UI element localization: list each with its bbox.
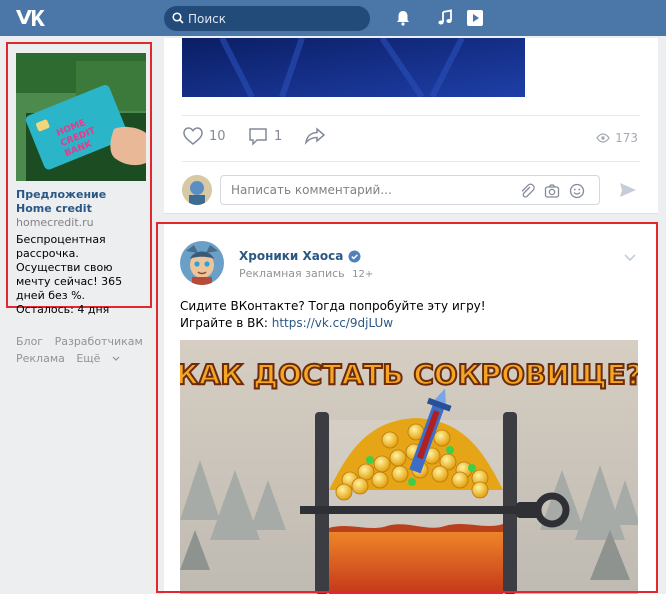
send-icon[interactable] bbox=[618, 180, 638, 200]
search-box[interactable] bbox=[164, 6, 370, 31]
sidebar-ad[interactable]: HOME CREDIT BANK Предложение Home credit… bbox=[6, 42, 152, 316]
share-icon bbox=[304, 127, 326, 146]
share-button[interactable] bbox=[304, 126, 326, 146]
footer-link-more[interactable]: Ещё bbox=[76, 352, 120, 365]
game-ad-image[interactable]: КАК ДОСТАТЬ СОКРОВИЩЕ? bbox=[180, 340, 638, 594]
post-text: Сидите ВКонтакте? Тогда попробуйте эту и… bbox=[180, 298, 640, 332]
post-previous: 10 1 173 bbox=[164, 38, 658, 214]
eye-icon bbox=[596, 133, 610, 143]
post-author[interactable]: Хроники Хаоса bbox=[239, 249, 361, 263]
age-rating: 12+ bbox=[352, 269, 374, 280]
divider bbox=[182, 161, 640, 162]
sponsored-label: Рекламная запись bbox=[239, 267, 345, 280]
sponsored-post: Хроники Хаоса Рекламная запись 12+ Сидит… bbox=[164, 224, 658, 594]
ad-text: Беспроцентная рассрочка. Осуществи свою … bbox=[16, 233, 123, 316]
bell-icon[interactable] bbox=[394, 9, 412, 27]
comment-button[interactable]: 1 bbox=[248, 126, 282, 146]
comments-count: 1 bbox=[274, 128, 283, 144]
ad-title[interactable]: Предложение Home credit bbox=[16, 188, 144, 216]
post-subtitle: Рекламная запись 12+ bbox=[239, 267, 373, 280]
ad-image[interactable]: HOME CREDIT BANK bbox=[16, 53, 146, 181]
game-ad-caption: КАК ДОСТАТЬ СОКРОВИЩЕ? bbox=[180, 358, 638, 391]
video-icon[interactable] bbox=[466, 9, 484, 27]
views-counter: 173 bbox=[596, 131, 638, 145]
post-link[interactable]: https://vk.cc/9djLUw bbox=[272, 316, 393, 330]
footer-links: Блог Разработчикам Реклама Ещё bbox=[16, 333, 156, 367]
comment-field[interactable] bbox=[220, 175, 600, 205]
top-bar bbox=[0, 0, 666, 36]
footer-link-blog[interactable]: Блог bbox=[16, 335, 43, 348]
footer-link-ads[interactable]: Реклама bbox=[16, 352, 65, 365]
chevron-down-icon bbox=[112, 356, 120, 361]
chevron-down-icon[interactable] bbox=[624, 254, 636, 262]
comment-icon bbox=[249, 128, 267, 146]
smile-icon[interactable] bbox=[569, 183, 585, 199]
user-avatar-image bbox=[182, 175, 212, 205]
verified-icon bbox=[348, 250, 361, 262]
heart-icon bbox=[183, 127, 203, 145]
avatar[interactable] bbox=[182, 175, 212, 205]
author-name[interactable]: Хроники Хаоса bbox=[239, 249, 343, 263]
search-icon bbox=[172, 12, 184, 24]
post-image[interactable] bbox=[182, 38, 525, 97]
search-input[interactable] bbox=[188, 6, 364, 31]
avatar[interactable] bbox=[180, 241, 224, 285]
ad-domain: homecredit.ru bbox=[16, 216, 94, 229]
community-avatar-image bbox=[180, 241, 224, 285]
post-text-line: Сидите ВКонтакте? Тогда попробуйте эту и… bbox=[180, 299, 486, 313]
camera-icon[interactable] bbox=[544, 183, 560, 199]
footer-more-label: Ещё bbox=[76, 352, 101, 365]
comment-input[interactable] bbox=[231, 176, 511, 204]
attach-icon[interactable] bbox=[519, 183, 535, 199]
post-text-prefix: Играйте в ВК: bbox=[180, 316, 272, 330]
like-button[interactable]: 10 bbox=[182, 126, 226, 146]
divider bbox=[182, 115, 640, 116]
post-text-line: Играйте в ВК: https://vk.cc/9djLUw bbox=[180, 315, 640, 332]
vk-logo[interactable] bbox=[14, 8, 46, 28]
music-icon[interactable] bbox=[436, 9, 454, 27]
likes-count: 10 bbox=[209, 128, 226, 144]
views-count: 173 bbox=[615, 131, 638, 145]
footer-link-developers[interactable]: Разработчикам bbox=[55, 335, 143, 348]
